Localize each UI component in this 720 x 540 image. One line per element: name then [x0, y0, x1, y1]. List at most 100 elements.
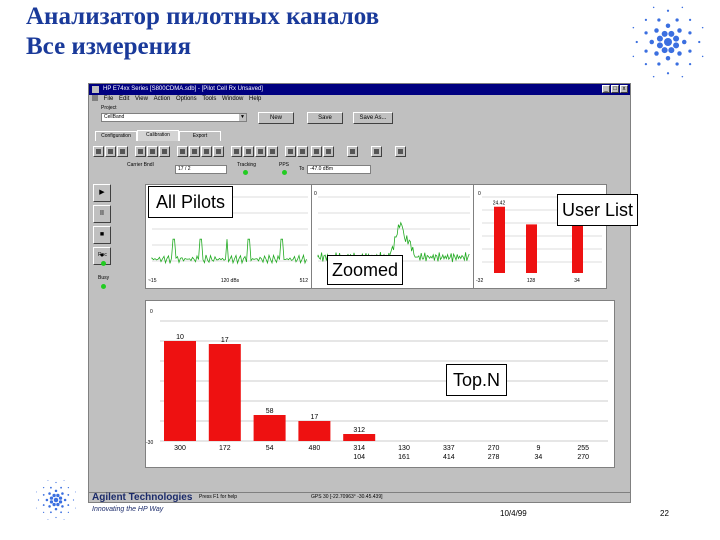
spark-dot: [656, 35, 663, 42]
data-label: 24.42: [493, 201, 506, 207]
carrier-field[interactable]: 17 / 2: [175, 165, 227, 174]
spark-dot: [681, 6, 684, 9]
menu-window[interactable]: Window: [222, 96, 243, 102]
maximize-button[interactable]: □: [611, 85, 619, 93]
tab-calibration[interactable]: Calibration: [137, 130, 179, 141]
menu-options[interactable]: Options: [176, 96, 197, 102]
project-select[interactable]: CellBand ▼: [101, 113, 247, 122]
toolbar-button-10[interactable]: [213, 146, 224, 157]
save-button[interactable]: Save: [307, 112, 343, 124]
toolbar-button-18[interactable]: [323, 146, 334, 157]
spark-dot: [42, 494, 45, 496]
menu-view[interactable]: View: [135, 96, 148, 102]
toolbar-button-8[interactable]: [189, 146, 200, 157]
tab-configuration[interactable]: Configuration: [95, 131, 137, 141]
spark-dot: [657, 18, 661, 22]
spark-dot: [63, 498, 67, 502]
spark-dot: [36, 507, 38, 509]
spark-dot: [701, 55, 704, 58]
toolbar-button-4[interactable]: [135, 146, 146, 157]
toolbar-button-19[interactable]: [347, 146, 358, 157]
carrier-label: Carrier Bndl: [127, 162, 154, 168]
toolbar-button-17[interactable]: [311, 146, 322, 157]
data-label: 58: [266, 408, 274, 415]
y-tick-label: 0: [478, 191, 481, 197]
menu-edit[interactable]: Edit: [119, 96, 129, 102]
toolbar-button-7[interactable]: [177, 146, 188, 157]
spark-dot: [42, 486, 45, 489]
toolbar-button-5[interactable]: [147, 146, 158, 157]
menu-help[interactable]: Help: [249, 96, 261, 102]
spark-dot: [632, 26, 635, 29]
spark-dot: [652, 75, 655, 78]
x-tick-label: 161: [398, 454, 410, 461]
x-tick-label: 9: [536, 445, 540, 452]
y-tick-label: -30: [146, 440, 153, 446]
toolbar-button-11[interactable]: [231, 146, 242, 157]
spark-dot: [673, 42, 680, 49]
user-list-bar: [494, 206, 505, 273]
toolbar-button-14[interactable]: [267, 146, 278, 157]
toolbar-button-15[interactable]: [285, 146, 296, 157]
x-tick-label: 270: [488, 445, 500, 452]
window-title: HP E74xx Series [S800CDMA.sdb] - [Pilot …: [103, 86, 263, 92]
spark-dot: [47, 480, 49, 482]
spark-dot: [48, 492, 51, 495]
x-tick-label: 172: [219, 445, 231, 452]
spark-dot: [63, 518, 65, 520]
x-tick-label: 314: [353, 445, 365, 452]
tool-icon: [258, 149, 263, 154]
spark-dot: [665, 56, 671, 61]
pause-button-face[interactable]: II: [93, 205, 111, 223]
spark-dot: [36, 491, 38, 493]
tool-icon: [288, 149, 293, 154]
toolbar-button-16[interactable]: [297, 146, 308, 157]
spark-dot: [67, 511, 70, 514]
toolbar-button-3[interactable]: [117, 146, 128, 157]
spark-dot: [677, 28, 682, 33]
save-as-button[interactable]: Save As...: [353, 112, 393, 124]
y-tick-label: -32: [476, 278, 483, 284]
spark-dot: [675, 18, 679, 22]
tool-icon: [234, 149, 239, 154]
top-n-bar: [253, 415, 286, 441]
play-button-face[interactable]: ▶: [93, 184, 111, 202]
spark-dot: [52, 502, 56, 507]
x-tick-label: 130: [398, 445, 410, 452]
top-n-bar: [208, 344, 241, 441]
globe-icon: [192, 149, 197, 154]
spark-dot: [74, 507, 76, 509]
spark-dot: [677, 51, 682, 56]
user-list-bar: [526, 224, 537, 273]
toolbar-button-13[interactable]: [255, 146, 266, 157]
stop-button-real[interactable]: ■: [93, 226, 111, 244]
spark-dot: [701, 26, 704, 29]
spark-dot: [49, 500, 54, 504]
new-button[interactable]: New: [258, 112, 294, 124]
menu-file[interactable]: File: [104, 96, 114, 102]
menu-action[interactable]: Action: [154, 96, 171, 102]
tracking-led-icon: [243, 170, 248, 175]
tab-export[interactable]: Export: [179, 131, 221, 141]
close-button[interactable]: x: [620, 85, 628, 93]
spark-dot: [67, 504, 70, 506]
toolbar-button-2[interactable]: [105, 146, 116, 157]
slide-title: Анализатор пилотных каналов Все измерени…: [26, 2, 379, 62]
toolbar-button-1[interactable]: [93, 146, 104, 157]
toolbar-button-9[interactable]: [201, 146, 212, 157]
spark-dot: [654, 28, 659, 33]
to-label: To: [299, 166, 305, 172]
minimize-button[interactable]: _: [602, 85, 610, 93]
data-label: 17: [311, 414, 319, 421]
square-icon: [350, 149, 355, 154]
spark-dot: [649, 39, 654, 45]
toolbar-button-21[interactable]: [395, 146, 406, 157]
spark-dot: [74, 491, 76, 493]
toolbar-button-12[interactable]: [243, 146, 254, 157]
toolbar-button-6[interactable]: [159, 146, 170, 157]
menu-tools[interactable]: Tools: [202, 96, 216, 102]
toolbar-button-20[interactable]: [371, 146, 382, 157]
spark-dot: [37, 499, 40, 501]
level-field[interactable]: -47.0 dBm: [307, 165, 371, 174]
x-tick-label: ~15: [148, 278, 157, 284]
